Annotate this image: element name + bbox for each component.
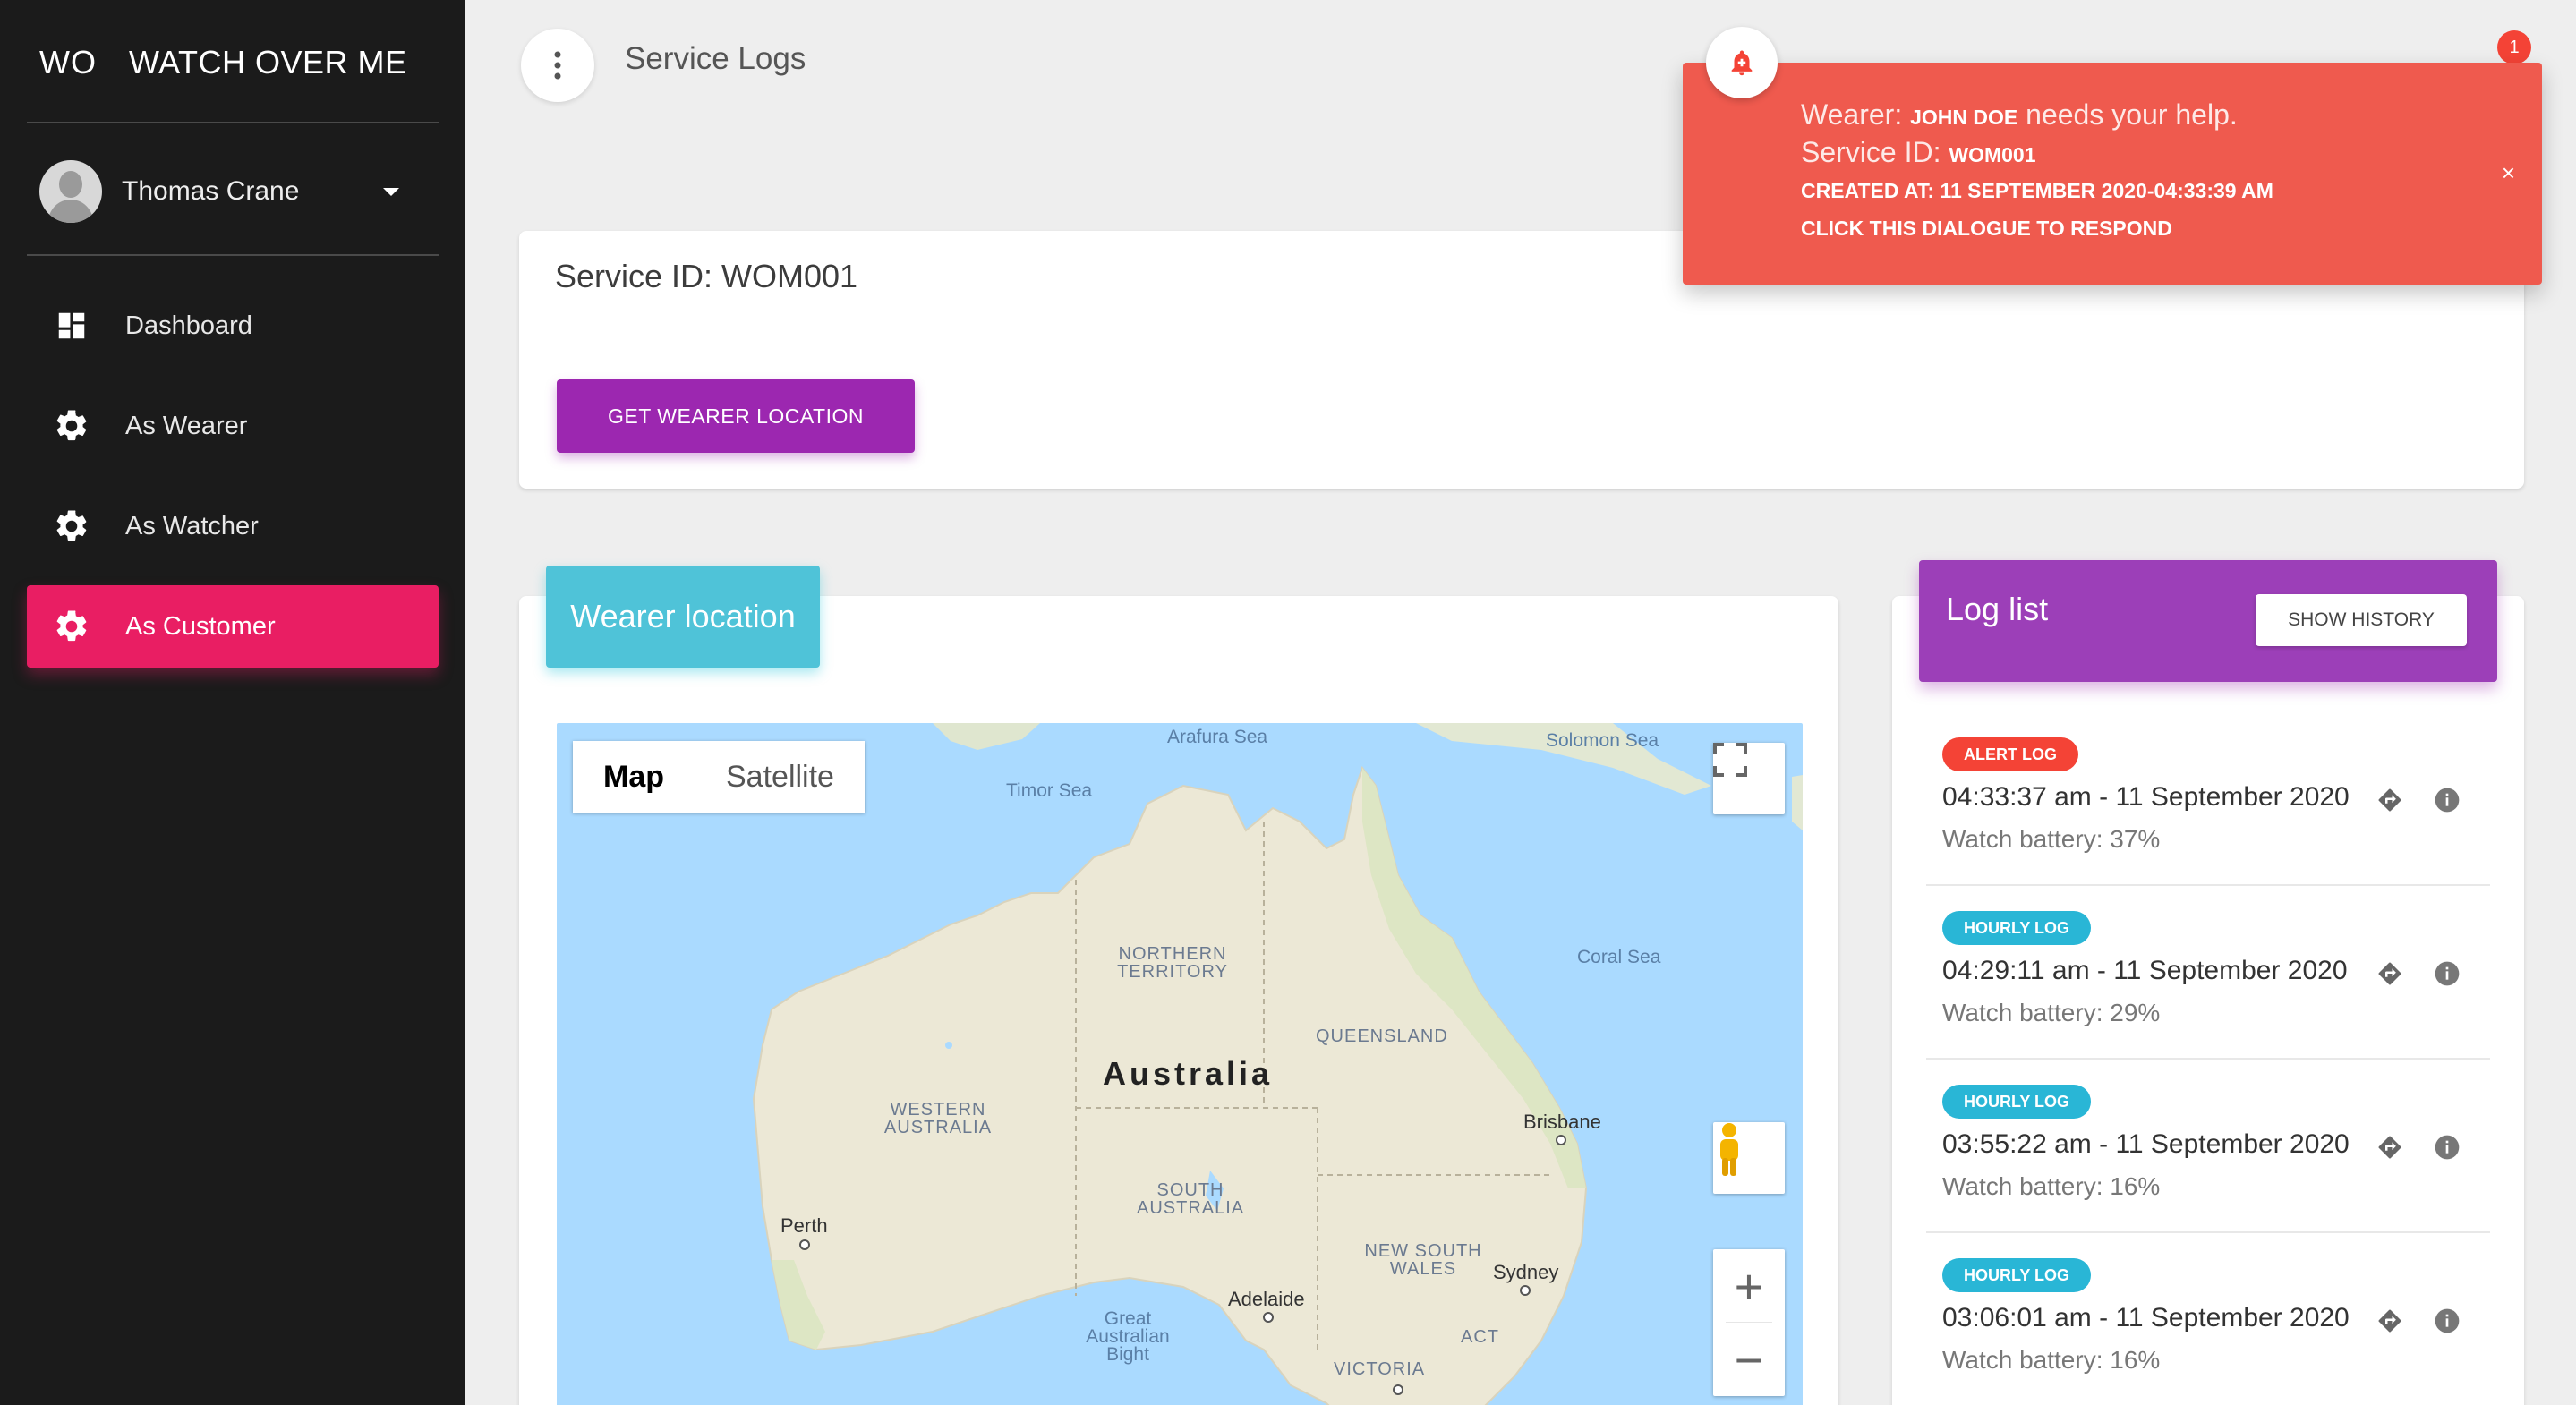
- map-type-control: Map Satellite: [573, 741, 865, 813]
- wearer-name: JOHN DOE: [1910, 106, 2018, 129]
- log-type-badge: ALERT LOG: [1942, 737, 2078, 771]
- bell-plus-icon: [1731, 50, 1753, 76]
- toast-created-at: CREATED AT: 11 SEPTEMBER 2020-04:33:39 A…: [1801, 179, 2273, 202]
- toast-cta: CLICK THIS DIALOGUE TO RESPOND: [1801, 217, 2172, 240]
- log-entry: HOURLY LOG 03:06:01 am - 11 September 20…: [1926, 1233, 2490, 1405]
- log-time: 03:06:01 am - 11 September 2020: [1942, 1303, 2350, 1333]
- sidebar-item-as-wearer[interactable]: As Wearer: [27, 385, 439, 467]
- map-label: Solomon Sea: [1546, 730, 1659, 751]
- log-type-badge: HOURLY LOG: [1942, 1258, 2092, 1292]
- map-label: Great Australian Bight: [1086, 1308, 1170, 1365]
- sidebar-item-label: As Watcher: [125, 511, 259, 541]
- log-time: 03:55:22 am - 11 September 2020: [1942, 1129, 2350, 1159]
- info-icon[interactable]: [2431, 1305, 2463, 1337]
- sidebar-item-as-watcher[interactable]: As Watcher: [27, 485, 439, 567]
- page-title: Service Logs: [625, 41, 806, 76]
- map[interactable]: Arafura Sea Solomon Sea Timor Sea Coral …: [557, 723, 1803, 1405]
- map-type-map-button[interactable]: Map: [573, 741, 695, 813]
- wearer-location-header: Wearer location: [546, 566, 820, 668]
- map-label-city: Sydney: [1493, 1261, 1559, 1283]
- map-label: QUEENSLAND: [1316, 1026, 1448, 1046]
- close-icon[interactable]: ×: [2502, 159, 2515, 187]
- divider: [27, 254, 439, 256]
- log-battery: Watch battery: 16%: [1942, 1172, 2161, 1200]
- log-battery: Watch battery: 29%: [1942, 999, 2161, 1026]
- street-view-button[interactable]: [1713, 1122, 1785, 1194]
- show-history-button[interactable]: SHOW HISTORY: [2256, 594, 2467, 646]
- map-label: Coral Sea: [1577, 947, 1661, 967]
- sidebar: WO WATCH OVER ME Thomas Crane Dashboard …: [0, 0, 465, 1405]
- map-label: SOUTH AUSTRALIA: [1137, 1180, 1245, 1218]
- gear-icon: [52, 507, 91, 546]
- map-label: Timor Sea: [1006, 780, 1093, 801]
- zoom-in-button[interactable]: +: [1713, 1249, 1785, 1323]
- map-label: ACT: [1461, 1327, 1499, 1347]
- info-icon[interactable]: [2431, 1131, 2463, 1163]
- map-label: NEW SOUTH WALES: [1364, 1241, 1482, 1279]
- info-icon[interactable]: [2431, 784, 2463, 816]
- map-label: NORTHERN TERRITORY: [1117, 944, 1228, 982]
- brand-name: WATCH OVER ME: [129, 44, 407, 81]
- map-label-city: Brisbane: [1523, 1111, 1601, 1133]
- log-entry: ALERT LOG 04:33:37 am - 11 September 202…: [1926, 712, 2490, 886]
- log-battery: Watch battery: 37%: [1942, 825, 2161, 853]
- map-label-city: Perth: [780, 1214, 828, 1237]
- map-label-city: Adelaide: [1228, 1288, 1305, 1310]
- sidebar-item-label: Dashboard: [125, 311, 252, 340]
- alert-notification[interactable]: Wearer: JOHN DOE needs your help. Servic…: [1683, 63, 2542, 285]
- map-label-country: Australia: [1103, 1055, 1274, 1092]
- fullscreen-button[interactable]: [1713, 743, 1785, 814]
- toast-bell: [1706, 27, 1778, 98]
- sidebar-item-label: As Wearer: [125, 411, 248, 440]
- toast-service-line: Service ID: WOM001: [1801, 136, 2036, 168]
- zoom-control: + −: [1713, 1249, 1785, 1396]
- map-label: VICTORIA: [1334, 1359, 1426, 1379]
- notification-count-badge[interactable]: 1: [2497, 30, 2531, 64]
- info-icon[interactable]: [2431, 958, 2463, 990]
- dashboard-icon: [52, 306, 91, 345]
- zoom-out-button[interactable]: −: [1713, 1323, 1785, 1396]
- user-name: Thomas Crane: [122, 176, 300, 206]
- pegman-icon: [1720, 1123, 1738, 1176]
- directions-icon[interactable]: [2374, 784, 2406, 816]
- vertical-dots-icon: [554, 51, 561, 80]
- gear-icon: [52, 607, 91, 646]
- get-wearer-location-button[interactable]: GET WEARER LOCATION: [557, 379, 915, 453]
- service-id-title: Service ID: WOM001: [555, 258, 858, 294]
- map-label: Arafura Sea: [1167, 727, 1268, 747]
- sidebar-item-dashboard[interactable]: Dashboard: [27, 285, 439, 367]
- log-type-badge: HOURLY LOG: [1942, 1085, 2092, 1119]
- log-battery: Watch battery: 16%: [1942, 1346, 2161, 1374]
- directions-icon[interactable]: [2374, 958, 2406, 990]
- more-menu-button[interactable]: [521, 29, 594, 102]
- log-time: 04:33:37 am - 11 September 2020: [1942, 782, 2350, 812]
- user-menu[interactable]: Thomas Crane: [39, 159, 426, 224]
- map-type-satellite-button[interactable]: Satellite: [695, 741, 865, 813]
- gear-icon: [52, 406, 91, 446]
- fullscreen-icon: [1713, 743, 1747, 777]
- service-id: WOM001: [1949, 143, 2036, 166]
- toast-wearer-line: Wearer: JOHN DOE needs your help.: [1801, 98, 2238, 131]
- log-entry: HOURLY LOG 04:29:11 am - 11 September 20…: [1926, 886, 2490, 1060]
- divider: [27, 122, 439, 123]
- brand[interactable]: WO WATCH OVER ME: [39, 41, 407, 84]
- log-list-header: Log list SHOW HISTORY: [1919, 560, 2497, 682]
- log-time: 04:29:11 am - 11 September 2020: [1942, 956, 2348, 985]
- log-type-badge: HOURLY LOG: [1942, 911, 2092, 945]
- log-entry: HOURLY LOG 03:55:22 am - 11 September 20…: [1926, 1060, 2490, 1233]
- caret-down-icon: [383, 188, 399, 196]
- sidebar-item-label: As Customer: [125, 611, 276, 641]
- sidebar-item-as-customer[interactable]: As Customer: [27, 585, 439, 668]
- log-list-title: Log list: [1946, 591, 2049, 627]
- avatar: [39, 160, 102, 223]
- directions-icon[interactable]: [2374, 1131, 2406, 1163]
- brand-mini: WO: [39, 44, 97, 81]
- map-label: WESTERN AUSTRALIA: [883, 1100, 993, 1137]
- directions-icon[interactable]: [2374, 1305, 2406, 1337]
